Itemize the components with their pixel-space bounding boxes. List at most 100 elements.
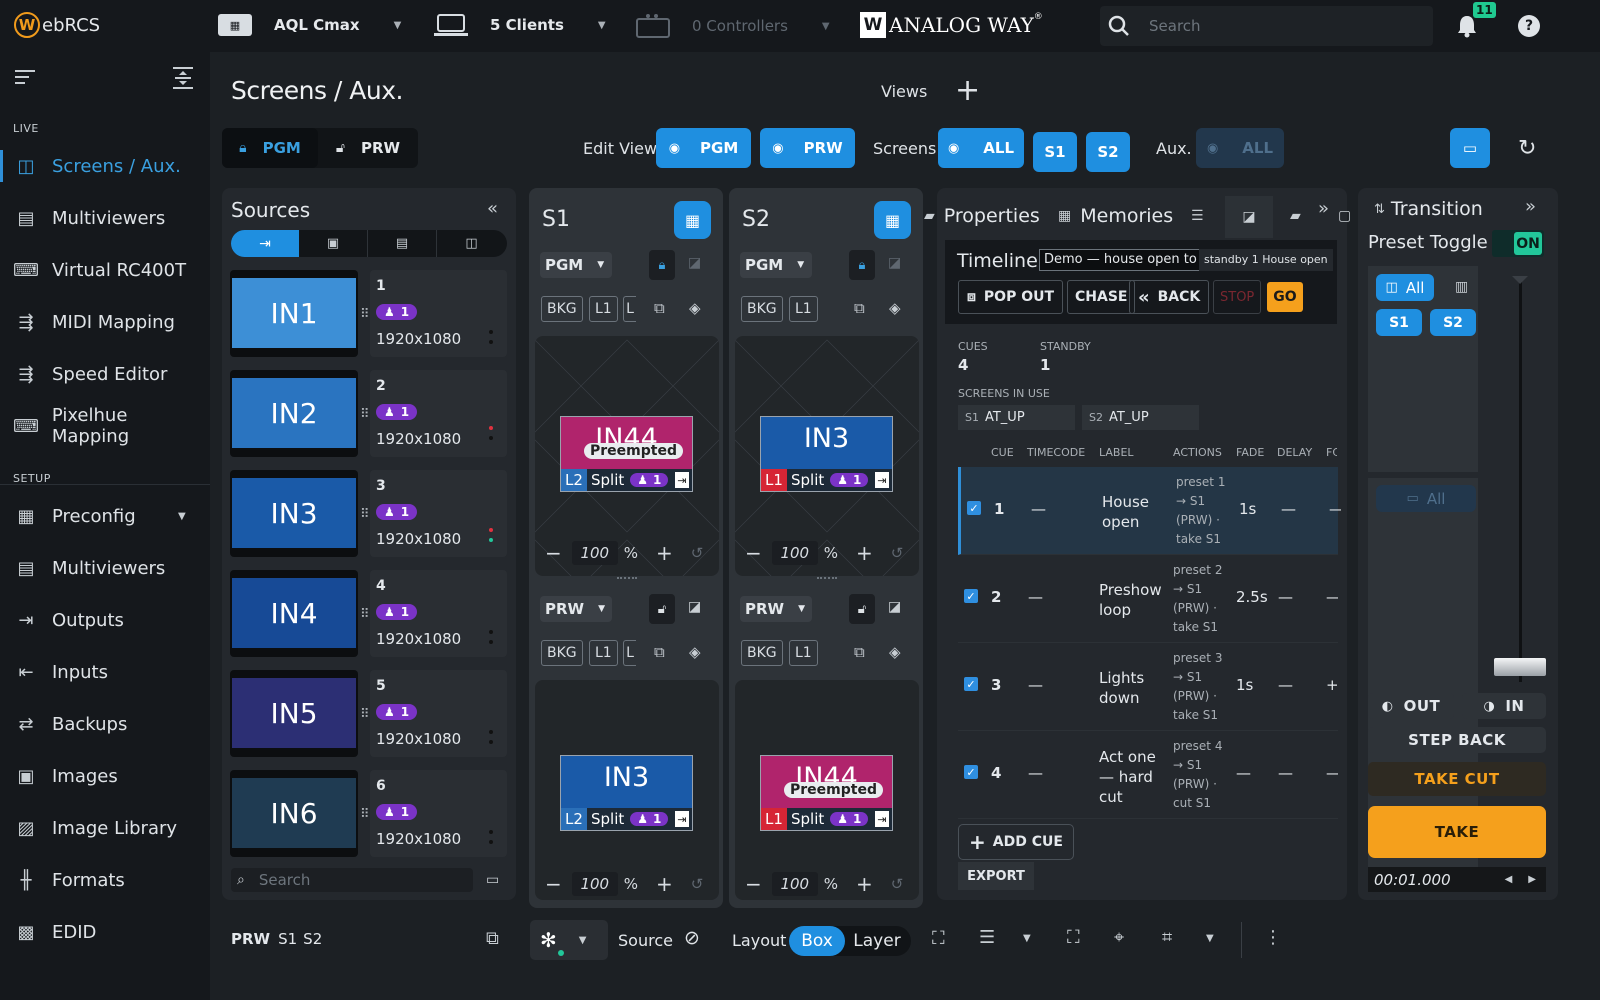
layer-l2-button[interactable]: L: [623, 296, 636, 322]
help-icon[interactable]: ?: [1518, 15, 1540, 37]
cue-row[interactable]: ✓ 1 — House open preset 1 → S1 (PRW) · take …: [958, 467, 1341, 555]
sources-search[interactable]: ⌕ Search: [231, 868, 473, 892]
sidebar-item-multiviewers-setup[interactable]: ▤ Multiviewers: [0, 546, 210, 590]
input-arrow-icon[interactable]: ⇥: [675, 472, 689, 488]
memories-tab[interactable]: ▦ Memories: [1058, 205, 1173, 227]
cue-checkbox[interactable]: ✓: [964, 765, 978, 779]
source-thumbnail[interactable]: IN1: [230, 270, 358, 357]
select-all-icon[interactable]: ⧉: [654, 643, 665, 661]
screen-s2-button[interactable]: S2: [1086, 132, 1130, 172]
drag-handle-icon[interactable]: ⠿: [360, 407, 370, 422]
source-thumbnail[interactable]: IN3: [230, 470, 358, 557]
out-button[interactable]: ◐ OUT: [1368, 693, 1454, 719]
collapse-left-icon[interactable]: «: [487, 198, 498, 219]
zoom-out-icon[interactable]: −: [545, 872, 562, 896]
layer-box[interactable]: IN44 Preempted L2 Split ♟ 1 ⇥: [560, 416, 693, 492]
sidebar-item-image-library-setup[interactable]: ▨ Image Library: [0, 806, 210, 850]
reset-zoom-icon[interactable]: ↺: [691, 875, 704, 893]
stop-button[interactable]: STOP: [1213, 280, 1262, 314]
drag-handle-icon[interactable]: ⠿: [360, 507, 370, 522]
layout-box-button[interactable]: Box: [789, 926, 845, 956]
list-view-icon[interactable]: ▭: [486, 872, 499, 888]
controllers-selector[interactable]: 0 Controllers ▼: [636, 13, 830, 39]
input-arrow-icon[interactable]: ⇥: [875, 811, 889, 827]
transition-all-button[interactable]: ◫ All: [1376, 274, 1434, 301]
take-button[interactable]: TAKE: [1368, 806, 1546, 858]
screen-tab-icon[interactable]: ◫: [437, 230, 506, 257]
unlock-button[interactable]: 🔓︎: [649, 594, 675, 624]
pgm-lock-button[interactable]: 🔒︎ PGM: [222, 128, 318, 168]
select-all-icon[interactable]: ⧉: [654, 299, 665, 317]
transition-s1-button[interactable]: S1: [1376, 309, 1422, 336]
drag-handle-icon[interactable]: ⠿: [360, 307, 370, 322]
layer-box[interactable]: IN3 L1 Split ♟ 1 ⇥: [760, 416, 893, 492]
layer-l2-button[interactable]: L: [623, 640, 636, 666]
lock-button[interactable]: 🔒︎: [849, 250, 875, 280]
cue-row[interactable]: ✓ 3 — Lights down preset 3 → S1 (PRW) · take…: [958, 643, 1338, 731]
drag-handle-icon[interactable]: ⠿: [360, 707, 370, 722]
chevron-down-icon[interactable]: ▼: [579, 935, 587, 946]
layout-edit-icon[interactable]: ◪: [888, 599, 901, 615]
timeline-name-field[interactable]: Demo — house open to: [1039, 249, 1202, 271]
align-icon[interactable]: ☰: [979, 927, 995, 948]
input-arrow-icon[interactable]: ⇥: [675, 811, 689, 827]
expand-right-icon[interactable]: »: [1318, 198, 1329, 219]
layers-icon[interactable]: ◈: [889, 643, 901, 661]
lock-button[interactable]: 🔒︎: [649, 250, 675, 280]
add-cue-button[interactable]: + ADD CUE: [958, 824, 1074, 860]
pgm-dropdown[interactable]: PGM ▼: [540, 252, 612, 278]
layers-icon[interactable]: ◈: [889, 299, 901, 317]
chevron-down-icon[interactable]: ▼: [1206, 933, 1214, 944]
add-view-icon[interactable]: +: [955, 76, 980, 106]
drag-handle-icon[interactable]: ⠿: [360, 607, 370, 622]
refresh-icon[interactable]: ↻: [1518, 136, 1536, 161]
expand-collapse-icon[interactable]: [172, 67, 194, 93]
pop-out-button[interactable]: ⧈ POP OUT: [958, 280, 1064, 314]
cue-row[interactable]: ✓ 4 — Act one — hard cut preset 4 → S1 (PRW)…: [958, 731, 1338, 819]
more-options-icon[interactable]: ⋮: [1264, 927, 1282, 948]
layer-box[interactable]: IN44 Preempted L1 Split ♟ 1 ⇥: [760, 755, 893, 831]
layout-edit-icon[interactable]: ◪: [688, 599, 701, 615]
fullscreen-icon[interactable]: ⛶: [1067, 927, 1080, 948]
chevron-left-icon[interactable]: ◀: [1505, 874, 1513, 885]
edit-view-prw-button[interactable]: ◉ PRW: [760, 128, 855, 168]
center-icon[interactable]: ⌖: [1114, 927, 1124, 948]
no-source-icon[interactable]: ⊘: [684, 927, 700, 949]
layout-layer-button[interactable]: Layer: [845, 926, 909, 956]
chevron-down-icon[interactable]: ▼: [1023, 933, 1031, 944]
layer-l1-button[interactable]: L1: [589, 296, 618, 322]
sidebar-item-formats-setup[interactable]: ╫ Formats: [0, 858, 210, 902]
zoom-value[interactable]: 100: [571, 872, 618, 896]
image-library-tab-icon[interactable]: ▤: [368, 230, 437, 257]
select-all-icon[interactable]: ⧉: [854, 643, 865, 661]
reset-zoom-icon[interactable]: ↺: [891, 875, 904, 893]
chevron-right-icon[interactable]: ▶: [1528, 874, 1536, 885]
properties-tab[interactable]: ▰ Properties: [924, 205, 1040, 227]
bkg-button[interactable]: BKG: [741, 640, 783, 666]
transition-s2-button[interactable]: S2: [1430, 309, 1476, 336]
source-item[interactable]: IN1 ⠿ 1 ♟ 1 1920x1080: [230, 270, 507, 357]
layers-icon[interactable]: ◈: [689, 643, 701, 661]
chevron-down-icon[interactable]: ▼: [178, 511, 186, 522]
unlock-button[interactable]: 🔓︎: [849, 594, 875, 624]
screen-config-button[interactable]: ▦: [874, 201, 911, 239]
sidebar-item-edid-setup[interactable]: ▩ EDID: [0, 910, 210, 954]
window-icon[interactable]: ▢: [1338, 208, 1351, 224]
notifications-button[interactable]: 11: [1456, 2, 1496, 42]
clients-selector[interactable]: 5 Clients ▼: [434, 13, 606, 37]
sidebar-item-inputs-setup[interactable]: ⇤ Inputs: [0, 650, 210, 694]
bkg-button[interactable]: BKG: [541, 640, 583, 666]
source-thumbnail[interactable]: IN4: [230, 570, 358, 657]
folder-icon[interactable]: ▰: [1290, 208, 1301, 224]
global-search[interactable]: Search: [1100, 6, 1433, 46]
chase-button[interactable]: CHASE: [1067, 280, 1136, 314]
edit-view-pgm-button[interactable]: ◉ PGM: [656, 128, 751, 168]
back-button[interactable]: « BACK: [1129, 280, 1210, 314]
in-button[interactable]: ◑ IN: [1462, 693, 1546, 719]
export-button[interactable]: EXPORT: [958, 862, 1034, 890]
camera-button[interactable]: ▭: [1450, 128, 1490, 168]
sidebar-item-pixelhue-mapping[interactable]: ⌨ Pixelhue Mapping: [0, 404, 210, 448]
zoom-value[interactable]: 100: [771, 541, 818, 565]
layers-icon[interactable]: ◈: [689, 299, 701, 317]
preset-toggle-switch[interactable]: ON: [1492, 230, 1544, 257]
